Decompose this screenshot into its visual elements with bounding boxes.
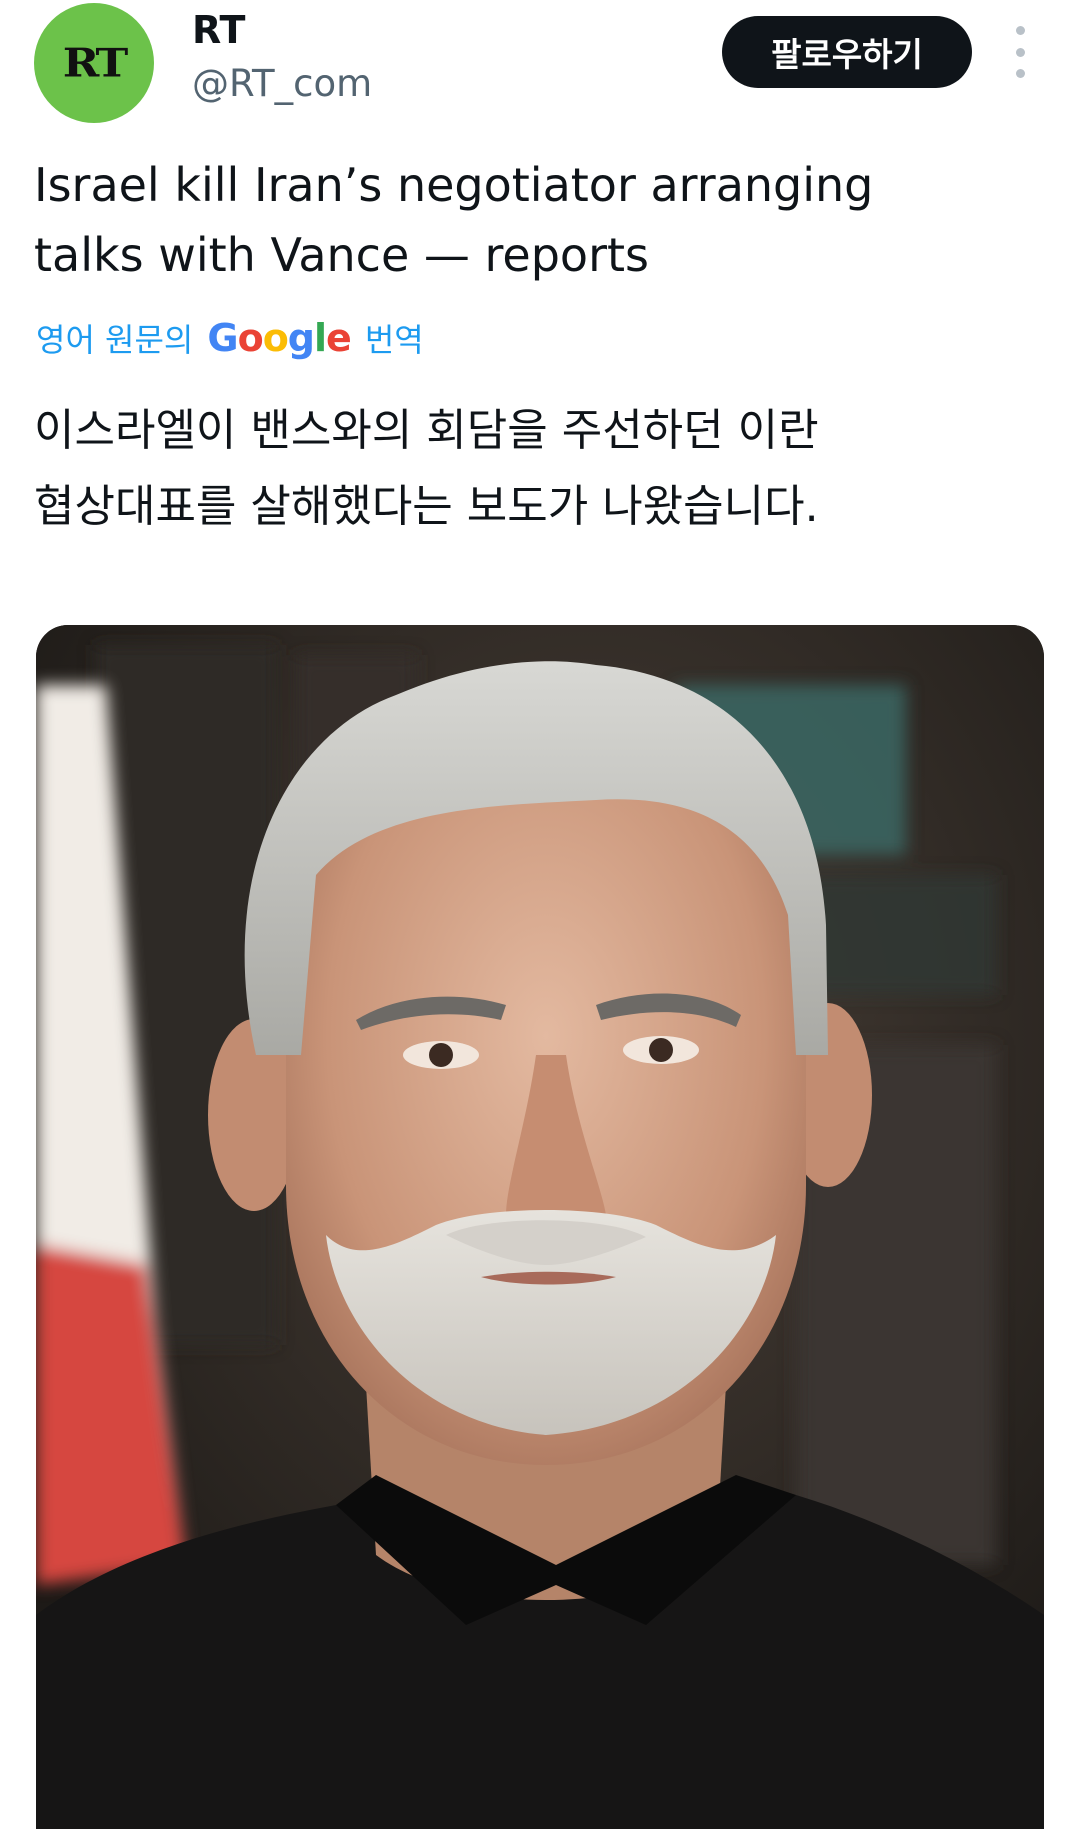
dot [1015, 26, 1025, 35]
translate-suffix: 번역 [364, 321, 424, 359]
tweet-text-line: Israel kill Iran’s negotiator arranging [34, 158, 874, 212]
tweet-text: Israel kill Iran’s negotiator arranging … [34, 150, 1034, 290]
user-handle[interactable]: @RT_com [192, 62, 372, 105]
google-logo: Google [207, 316, 352, 360]
portrait-illustration [36, 625, 1044, 1829]
more-vertical-icon[interactable] [1006, 26, 1034, 78]
translated-text-line: 이스라엘이 밴스와의 회담을 주선하던 이란 [34, 405, 819, 456]
google-letter: G [207, 316, 238, 360]
dot [1015, 69, 1025, 78]
avatar[interactable]: RT [34, 3, 154, 123]
google-letter: o [237, 316, 264, 360]
follow-button[interactable]: 팔로우하기 [722, 16, 972, 88]
google-letter: g [287, 316, 315, 360]
tweet-text-line: talks with Vance — reports [34, 228, 649, 282]
google-letter: o [262, 316, 289, 360]
translated-text-line: 협상대표를 살해했다는 보도가 나왔습니다. [34, 481, 819, 532]
dot [1015, 47, 1025, 57]
rt-logo: RT [62, 40, 129, 86]
display-name[interactable]: RT [192, 8, 245, 52]
google-letter: l [314, 316, 327, 360]
google-letter: e [326, 316, 352, 360]
translated-text: 이스라엘이 밴스와의 회담을 주선하던 이란 협상대표를 살해했다는 보도가 나… [34, 393, 1034, 545]
translate-prefix: 영어 원문의 [36, 321, 194, 359]
translate-link[interactable]: 영어 원문의 Google 번역 [36, 315, 424, 361]
tweet-photo[interactable] [36, 625, 1044, 1829]
